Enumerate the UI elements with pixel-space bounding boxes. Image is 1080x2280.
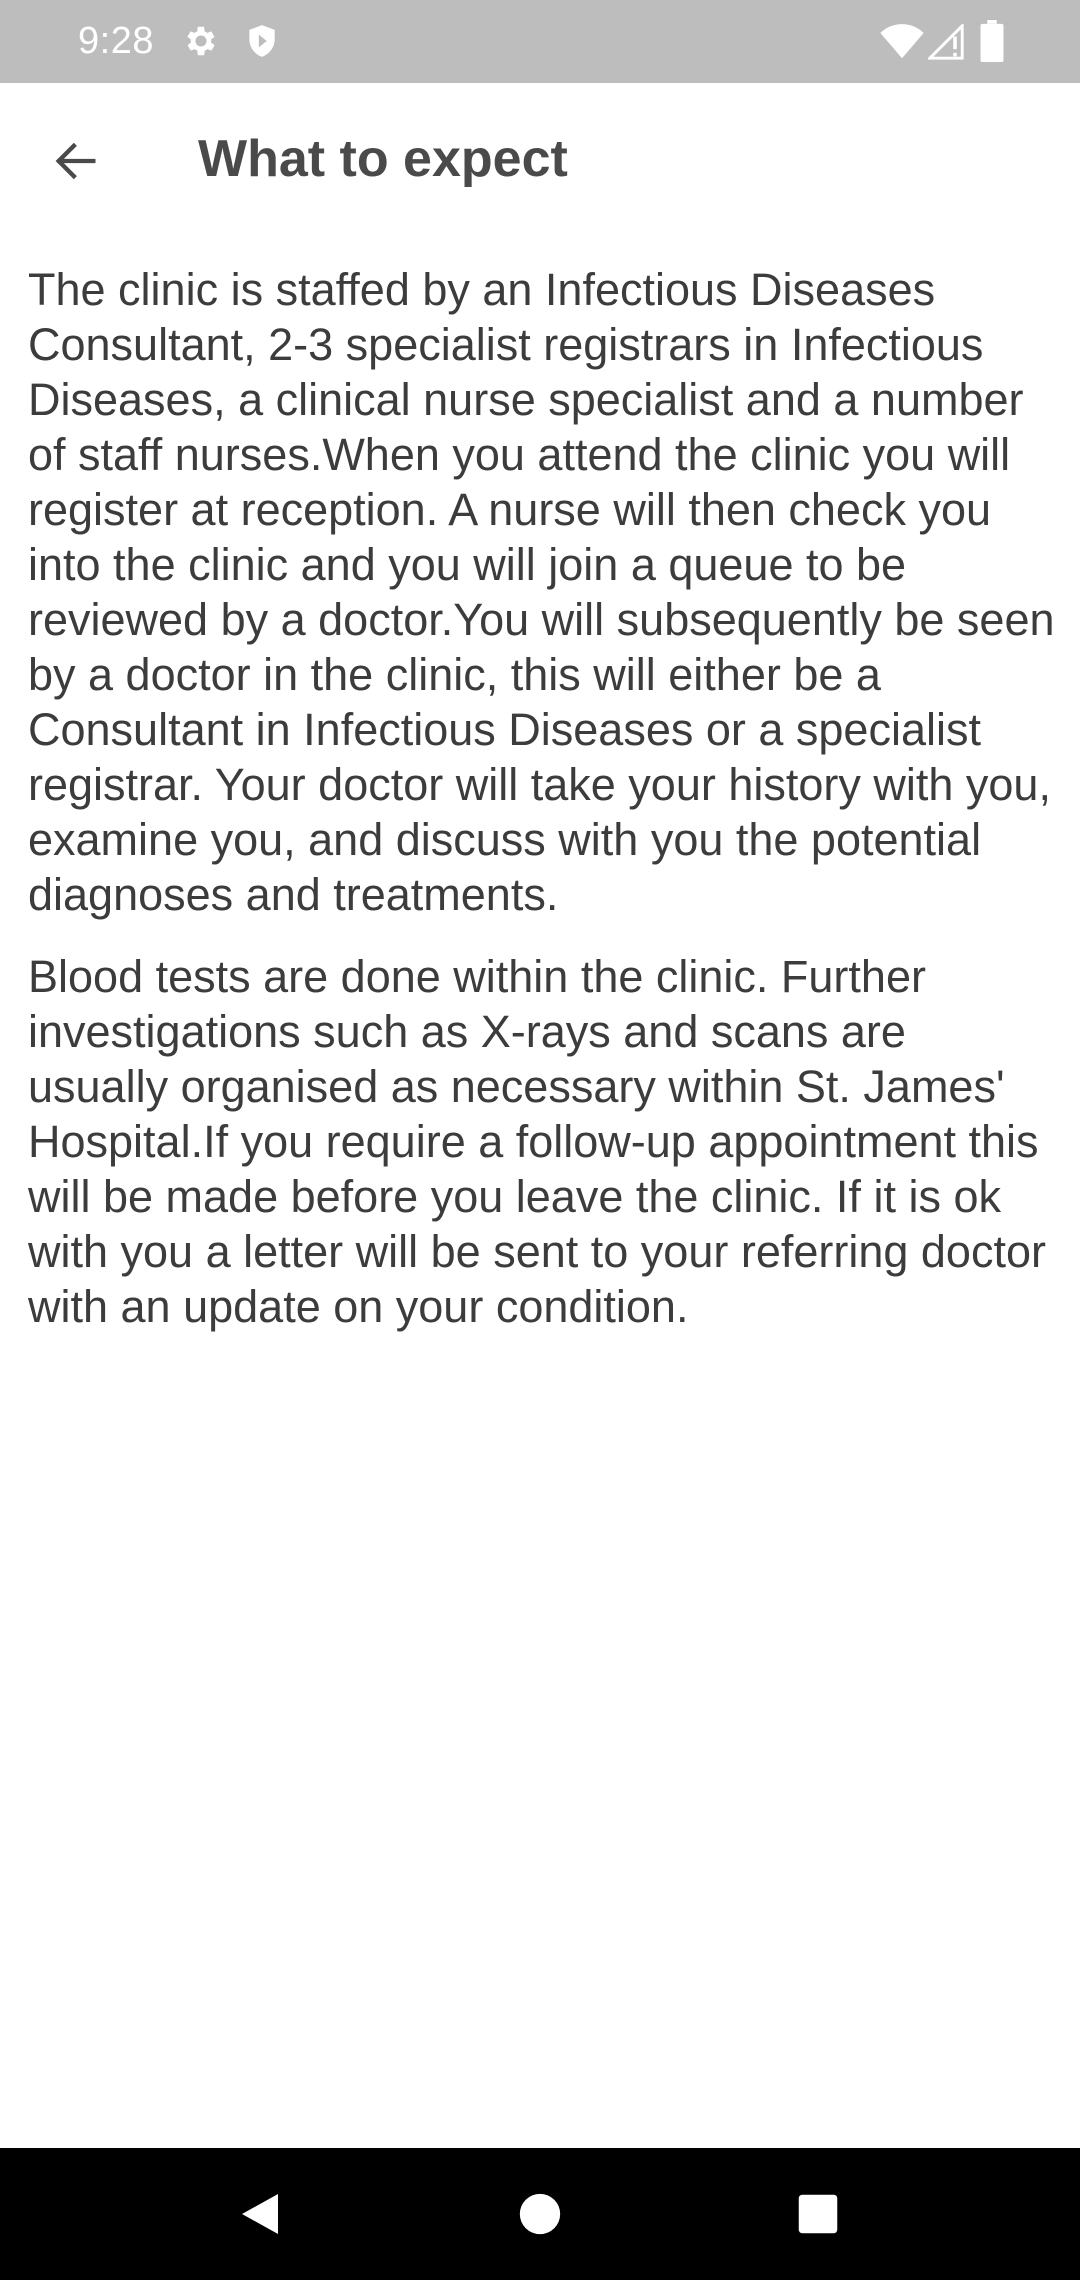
nav-home-button[interactable] [502,2176,578,2252]
gear-icon [182,22,220,65]
back-button[interactable] [36,121,116,201]
battery-icon [980,20,1004,67]
system-nav-bar [0,2148,1080,2280]
screen: 9:28 What to expect The clinic is staffe… [0,0,1080,2280]
wifi-icon [880,24,924,65]
back-triangle-icon [242,2194,278,2234]
nav-back-button[interactable] [222,2176,298,2252]
paragraph-tests-followup: Blood tests are done within the clinic. … [28,951,1046,1332]
paragraph-clinic-staff: The clinic is staffed by an Infectious D… [28,264,1055,920]
signal-icon [926,22,964,65]
page-title: What to expect [198,130,568,188]
arrow-left-icon [55,142,96,180]
status-bar: 9:28 [0,0,1080,83]
content-body: The clinic is staffed by an Infectious D… [28,262,1058,1361]
status-time: 9:28 [78,20,154,62]
app-bar: What to expect [0,83,1080,239]
home-circle-icon [519,2193,561,2235]
nav-recents-button[interactable] [780,2176,856,2252]
shield-icon [243,22,281,65]
recents-square-icon [798,2194,838,2234]
